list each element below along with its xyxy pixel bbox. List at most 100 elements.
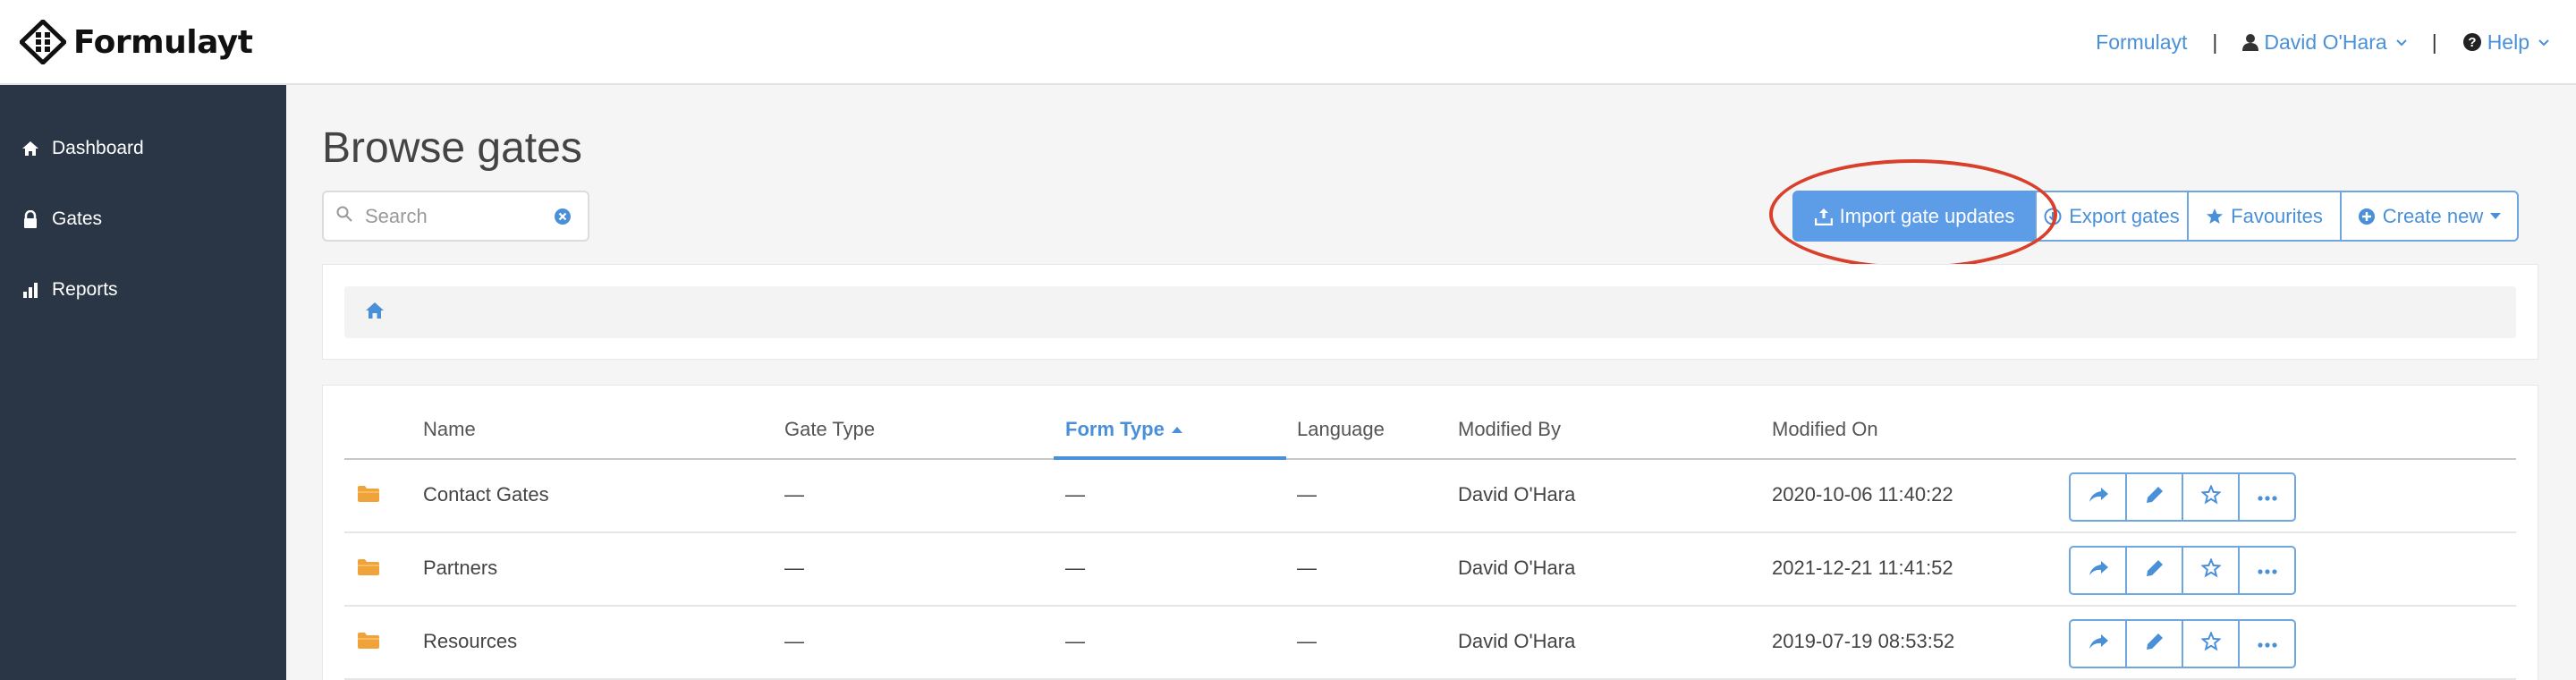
svg-text:?: ? xyxy=(2468,35,2476,50)
cell-name[interactable]: Contact Gates xyxy=(423,483,549,506)
share-arrow-icon xyxy=(2089,634,2108,653)
logo[interactable]: Formulayt xyxy=(20,20,253,64)
table-row[interactable]: Partners — — — David O'Hara 2021-12-21 1… xyxy=(344,533,2516,607)
table-row[interactable]: Resources — — — David O'Hara 2019-07-19 … xyxy=(344,607,2516,680)
folder-icon xyxy=(357,558,380,581)
row-actions xyxy=(2069,472,2296,522)
share-arrow-icon xyxy=(2089,561,2108,580)
page-title: Browse gates xyxy=(322,124,582,172)
column-header-modified-by[interactable]: Modified By xyxy=(1458,418,1561,441)
row-actions xyxy=(2069,619,2296,668)
star-outline-icon xyxy=(2199,631,2222,656)
cell-form-type: — xyxy=(1065,557,1085,579)
help-menu[interactable]: ? Help xyxy=(2462,30,2549,55)
cell-name[interactable]: Partners xyxy=(423,557,497,580)
favourite-button[interactable] xyxy=(2182,619,2240,668)
user-name: David O'Hara xyxy=(2264,30,2387,54)
pencil-icon xyxy=(2146,633,2164,655)
sidebar-item-dashboard[interactable]: Dashboard xyxy=(21,132,144,165)
column-header-form-type[interactable]: Form Type xyxy=(1065,418,1182,441)
cell-modified-on: 2020-10-06 11:40:22 xyxy=(1772,483,1953,506)
ellipsis-icon xyxy=(2257,489,2277,506)
ellipsis-icon xyxy=(2257,563,2277,579)
home-icon[interactable] xyxy=(366,302,384,323)
cell-modified-by: David O'Hara xyxy=(1458,483,1576,506)
cell-gate-type: — xyxy=(784,557,804,579)
bar-chart-icon xyxy=(21,281,39,299)
search-box[interactable] xyxy=(322,191,589,242)
clear-search-icon[interactable] xyxy=(554,208,572,230)
cell-form-type: — xyxy=(1065,630,1085,652)
breadcrumb xyxy=(344,286,2516,338)
star-icon xyxy=(2206,208,2224,225)
cell-language: — xyxy=(1297,557,1317,579)
lock-icon xyxy=(21,210,39,228)
star-outline-icon xyxy=(2199,557,2222,582)
org-link[interactable]: Formulayt xyxy=(2096,30,2187,55)
cell-name[interactable]: Resources xyxy=(423,630,517,653)
export-gates-button[interactable]: Export gates xyxy=(2035,191,2189,242)
table-row[interactable]: Contact Gates — — — David O'Hara 2020-10… xyxy=(344,460,2516,533)
cell-language: — xyxy=(1297,483,1317,506)
formulayt-logo-icon xyxy=(20,20,66,64)
help-label: Help xyxy=(2487,30,2529,54)
edit-button[interactable] xyxy=(2125,472,2183,522)
column-header-modified-on[interactable]: Modified On xyxy=(1772,418,1878,441)
share-button[interactable] xyxy=(2069,546,2127,595)
home-icon xyxy=(21,140,39,157)
row-actions xyxy=(2069,546,2296,595)
column-header-label: Form Type xyxy=(1065,418,1165,440)
cell-modified-on: 2021-12-21 11:41:52 xyxy=(1772,557,1953,579)
favourite-button[interactable] xyxy=(2182,472,2240,522)
plus-circle-icon xyxy=(2358,208,2376,225)
download-circle-icon xyxy=(2044,208,2062,225)
cell-form-type: — xyxy=(1065,483,1085,506)
cell-modified-by: David O'Hara xyxy=(1458,557,1576,579)
more-options-button[interactable] xyxy=(2238,546,2296,595)
favourite-button[interactable] xyxy=(2182,546,2240,595)
toolbar: Import gate updates Export gates Favouri… xyxy=(1792,191,2519,242)
cell-gate-type: — xyxy=(784,483,804,506)
top-bar: Formulayt Formulayt | David O'Hara | ? H… xyxy=(0,0,2576,85)
more-options-button[interactable] xyxy=(2238,472,2296,522)
cell-gate-type: — xyxy=(784,630,804,652)
favourites-button[interactable]: Favourites xyxy=(2187,191,2342,242)
create-new-button[interactable]: Create new xyxy=(2340,191,2519,242)
sidebar-item-label: Dashboard xyxy=(52,138,144,158)
share-arrow-icon xyxy=(2089,488,2108,506)
export-label: Export gates xyxy=(2069,204,2180,227)
caret-down-icon xyxy=(2490,212,2502,220)
column-header-gate-type[interactable]: Gate Type xyxy=(784,418,875,441)
import-label: Import gate updates xyxy=(1839,204,2015,227)
search-icon xyxy=(336,206,352,226)
import-gate-updates-button[interactable]: Import gate updates xyxy=(1792,191,2037,242)
more-options-button[interactable] xyxy=(2238,619,2296,668)
top-nav: Formulayt | David O'Hara | ? Help xyxy=(2096,27,2549,57)
chevron-down-icon xyxy=(2538,35,2549,49)
chevron-down-icon xyxy=(2395,35,2407,49)
column-header-name[interactable]: Name xyxy=(423,418,476,441)
cell-modified-by: David O'Hara xyxy=(1458,630,1576,652)
share-button[interactable] xyxy=(2069,472,2127,522)
edit-button[interactable] xyxy=(2125,546,2183,595)
sort-ascending-icon xyxy=(1171,426,1182,433)
logo-text: Formulayt xyxy=(73,23,253,61)
ellipsis-icon xyxy=(2257,636,2277,652)
upload-icon xyxy=(1814,208,1833,225)
question-circle-icon: ? xyxy=(2462,32,2482,52)
user-menu[interactable]: David O'Hara xyxy=(2242,30,2407,55)
sidebar-item-reports[interactable]: Reports xyxy=(21,274,118,306)
cell-language: — xyxy=(1297,630,1317,652)
folder-icon xyxy=(357,485,380,507)
pencil-icon xyxy=(2146,486,2164,508)
breadcrumb-card xyxy=(322,264,2538,360)
sidebar: Dashboard Gates Reports xyxy=(0,85,286,680)
sidebar-item-label: Reports xyxy=(52,279,118,300)
share-button[interactable] xyxy=(2069,619,2127,668)
nav-separator: | xyxy=(2212,30,2218,54)
column-header-language[interactable]: Language xyxy=(1297,418,1385,441)
folder-icon xyxy=(357,632,380,654)
sidebar-item-gates[interactable]: Gates xyxy=(21,203,102,235)
edit-button[interactable] xyxy=(2125,619,2183,668)
search-input[interactable] xyxy=(365,204,544,228)
